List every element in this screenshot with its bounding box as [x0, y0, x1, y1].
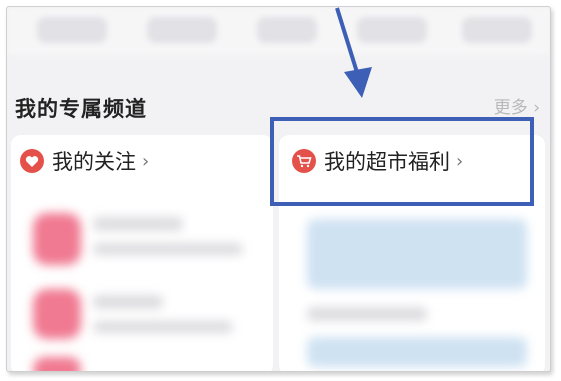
annotation-arrow-icon — [335, 7, 372, 98]
